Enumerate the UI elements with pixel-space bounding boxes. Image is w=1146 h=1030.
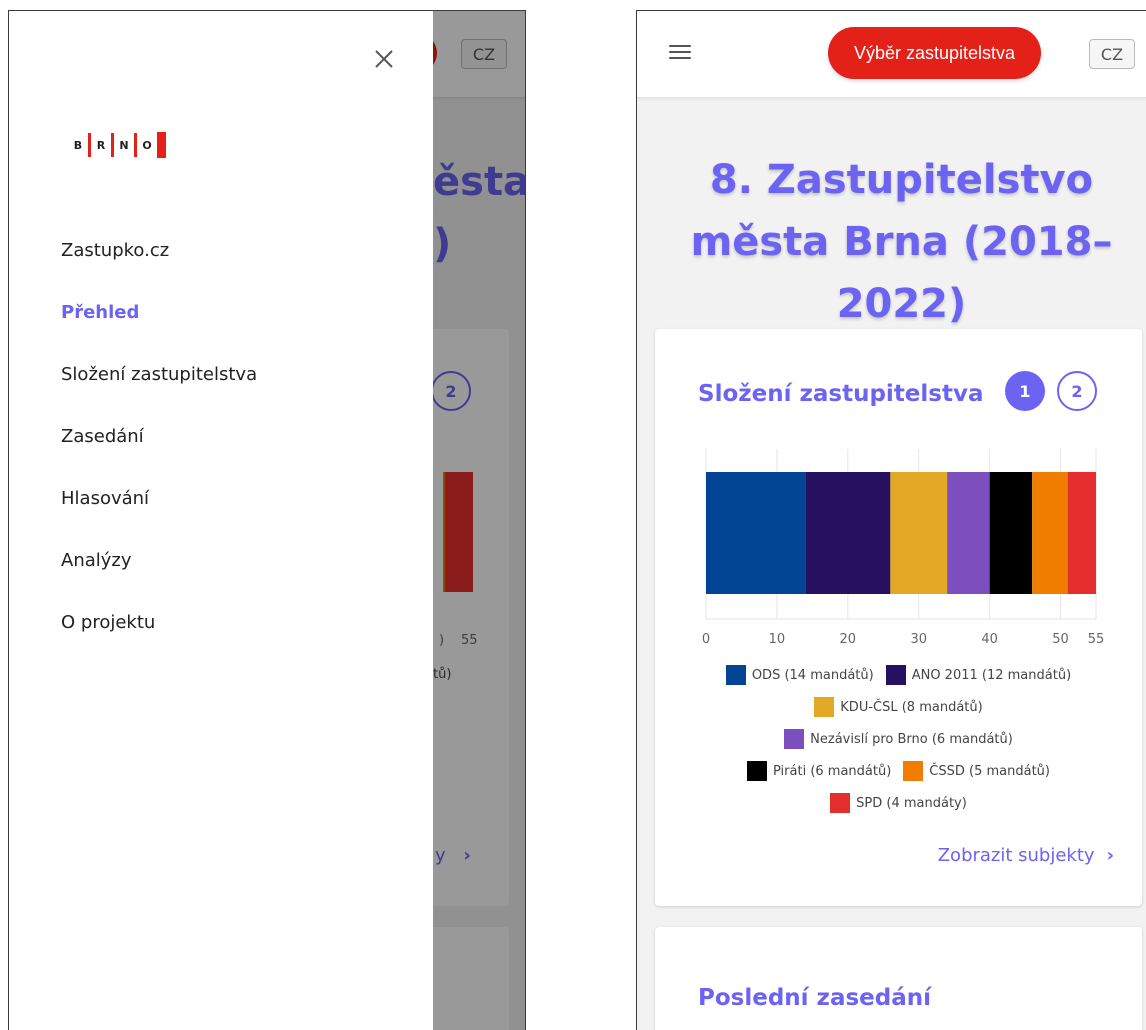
drawer-menu: Zastupko.cz Přehled Složení zastupitelstva… — [61, 219, 257, 653]
bar-segment[interactable] — [706, 472, 806, 594]
legend-swatch — [747, 761, 767, 781]
legend-item[interactable]: Nezávislí pro Brno (6 mandátů) — [784, 729, 1013, 749]
logo-bar — [111, 133, 114, 157]
legend-row: SPD (4 mandáty) — [655, 787, 1142, 819]
drawer-menu-item[interactable]: O projektu — [61, 591, 257, 653]
logo-bar — [157, 132, 166, 158]
legend-item[interactable]: KDU-ČSL (8 mandátů) — [814, 697, 983, 717]
bar-segment[interactable] — [947, 472, 990, 594]
drawer-menu-item[interactable]: Zasedání — [61, 405, 257, 467]
drawer-menu-item[interactable]: Zastupko.cz — [61, 219, 257, 281]
legend-label: KDU-ČSL (8 mandátů) — [840, 699, 983, 715]
x-tick-label: 40 — [981, 632, 998, 647]
logo-letter-o: O — [142, 138, 152, 152]
legend-item[interactable]: Piráti (6 mandátů) — [747, 761, 891, 781]
legend-item[interactable]: ODS (14 mandátů) — [725, 665, 874, 685]
legend-item[interactable]: ANO 2011 (12 mandátů) — [885, 665, 1072, 685]
legend-swatch — [725, 665, 746, 685]
show-subjects-label: Zobrazit subjekty — [937, 845, 1095, 866]
bar-segment[interactable] — [805, 472, 891, 594]
navigation-drawer: B R N O Zastupko.cz Přehled Složení zastup… — [9, 11, 433, 1030]
top-bar: Výběr zastupitelstva CZ — [637, 11, 1146, 98]
app-screen-main: Výběr zastupitelstva CZ 8. Zastupitelstv… — [636, 10, 1146, 1030]
legend-label: ODS (14 mandátů) — [751, 667, 874, 683]
legend-row: ODS (14 mandátů) ANO 2011 (12 mandátů) — [655, 659, 1142, 691]
x-tick-label: 55 — [1088, 632, 1105, 647]
x-tick-label: 30 — [910, 632, 927, 647]
close-icon[interactable] — [371, 46, 397, 72]
legend-label: Piráti (6 mandátů) — [773, 763, 892, 779]
legend-label: ČSSD (5 mandátů) — [929, 763, 1050, 779]
brno-logo[interactable]: B R N O — [70, 132, 168, 158]
legend-item[interactable]: SPD (4 mandáty) — [830, 793, 967, 813]
logo-letter-n: N — [119, 138, 129, 152]
chevron-right-icon: › — [1106, 845, 1114, 866]
select-council-button[interactable]: Výběr zastupitelstva — [828, 27, 1041, 79]
app-screen-drawer-open: CZ ěsta ) 2 ) 55 tů) y › B R N O Zastupk… — [8, 10, 526, 1030]
bar-segment[interactable] — [989, 472, 1033, 594]
bar-segment[interactable] — [890, 472, 948, 594]
drawer-menu-item[interactable]: Složení zastupitelstva — [61, 343, 257, 405]
x-tick-label: 20 — [840, 632, 857, 647]
composition-chart: 0 10 20 30 40 50 55 — [702, 449, 1105, 647]
language-button[interactable]: CZ — [1089, 39, 1135, 69]
legend-swatch — [814, 697, 835, 717]
logo-letter-r: R — [96, 138, 106, 152]
legend-label: SPD (4 mandáty) — [856, 795, 967, 811]
bar-segment[interactable] — [1032, 472, 1068, 594]
legend-swatch — [784, 729, 805, 749]
bar-segment[interactable] — [1067, 472, 1096, 594]
logo-letter-b: B — [73, 138, 83, 152]
legend-swatch — [903, 761, 924, 781]
legend-label: Nezávislí pro Brno (6 mandátů) — [810, 731, 1013, 747]
legend-row: KDU-ČSL (8 mandátů) — [655, 691, 1142, 723]
drawer-menu-item[interactable]: Přehled — [61, 281, 257, 343]
legend-swatch — [885, 665, 906, 685]
drawer-menu-item[interactable]: Hlasování — [61, 467, 257, 529]
x-tick-label: 0 — [702, 632, 710, 647]
drawer-menu-item[interactable]: Analýzy — [61, 529, 257, 591]
x-tick-label: 50 — [1052, 632, 1069, 647]
show-subjects-link[interactable]: Zobrazit subjekty › — [938, 845, 1114, 866]
legend-item[interactable]: ČSSD (5 mandátů) — [903, 761, 1050, 781]
last-session-title: Poslední zasedání — [698, 985, 931, 1011]
legend-row: Nezávislí pro Brno (6 mandátů) — [655, 723, 1142, 755]
logo-bar — [88, 133, 91, 157]
hamburger-menu-icon[interactable] — [669, 45, 691, 59]
composition-card: Složení zastupitelstva 1 2 0 10 20 30 40 50 55… — [655, 329, 1142, 906]
legend-row: Piráti (6 mandátů) ČSSD (5 mandátů) — [655, 755, 1142, 787]
page-title: 8. Zastupitelstvo města Brna (2018–2022) — [690, 157, 1113, 327]
legend-swatch — [830, 793, 851, 813]
logo-bar — [134, 133, 137, 157]
legend-label: ANO 2011 (12 mandátů) — [911, 667, 1072, 683]
x-tick-label: 10 — [769, 632, 786, 647]
last-session-card: Poslední zasedání — [655, 927, 1142, 1030]
chart-legend: ODS (14 mandátů) ANO 2011 (12 mandátů) KDU… — [655, 659, 1142, 819]
